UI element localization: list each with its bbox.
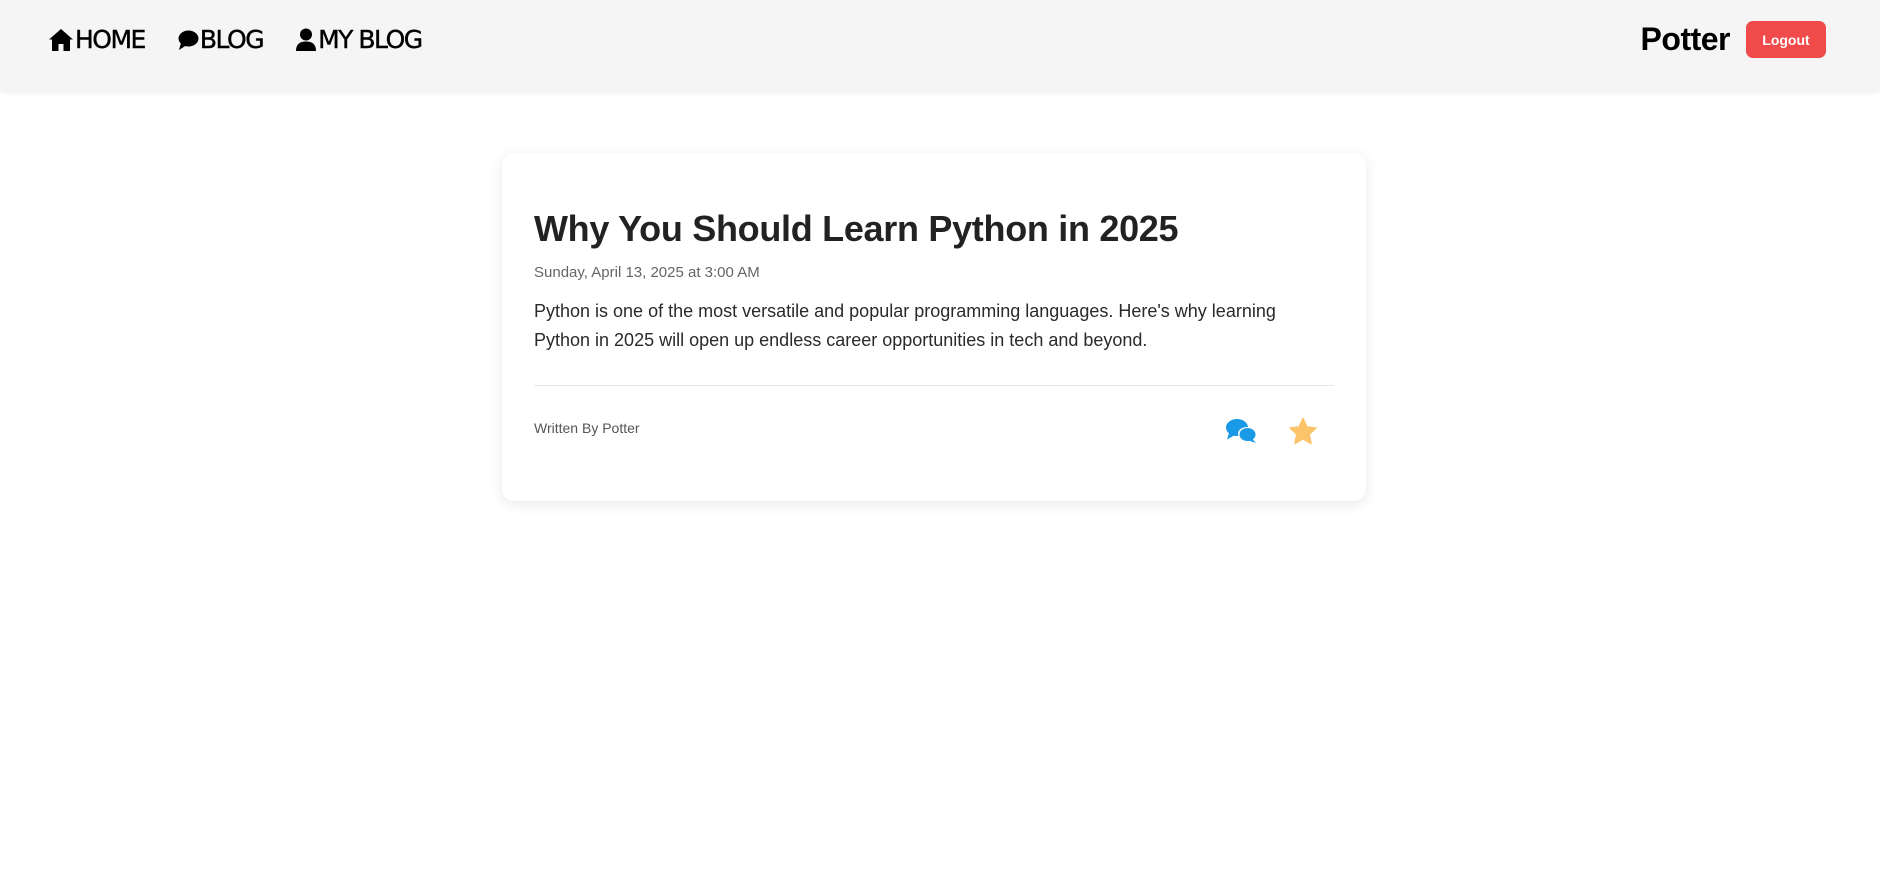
logout-button[interactable]: Logout bbox=[1746, 21, 1826, 58]
nav-home-link[interactable]: HOME bbox=[48, 25, 147, 54]
post-date: Sunday, April 13, 2025 at 3:00 AM bbox=[534, 264, 760, 281]
nav-my-blog-label: MY BLOG bbox=[318, 25, 423, 54]
post-author: Written By Potter bbox=[534, 420, 640, 436]
nav-my-blog-link[interactable]: MY BLOG bbox=[295, 25, 423, 54]
nav-blog-label: BLOG bbox=[199, 25, 265, 54]
comments-icon[interactable] bbox=[1224, 416, 1258, 446]
main-nav: HOME BLOG MY BLOG bbox=[48, 25, 423, 54]
post-card[interactable]: Why You Should Learn Python in 2025 Sund… bbox=[502, 153, 1366, 501]
top-navbar: HOME BLOG MY BLOG Potter Logout bbox=[0, 0, 1880, 90]
comment-icon bbox=[177, 29, 199, 51]
post-excerpt: Python is one of the most versatile and … bbox=[534, 301, 1276, 350]
star-icon[interactable] bbox=[1286, 416, 1320, 446]
user-icon bbox=[295, 28, 317, 52]
card-footer: Written By Potter bbox=[534, 386, 1334, 472]
post-actions bbox=[1224, 416, 1320, 446]
username: Potter bbox=[1640, 21, 1731, 57]
user-area: Potter Logout bbox=[1641, 21, 1826, 58]
nav-home-label: HOME bbox=[75, 25, 147, 54]
post-title[interactable]: Why You Should Learn Python in 2025 bbox=[534, 207, 1334, 251]
nav-blog-link[interactable]: BLOG bbox=[177, 25, 265, 54]
home-icon bbox=[48, 28, 74, 52]
